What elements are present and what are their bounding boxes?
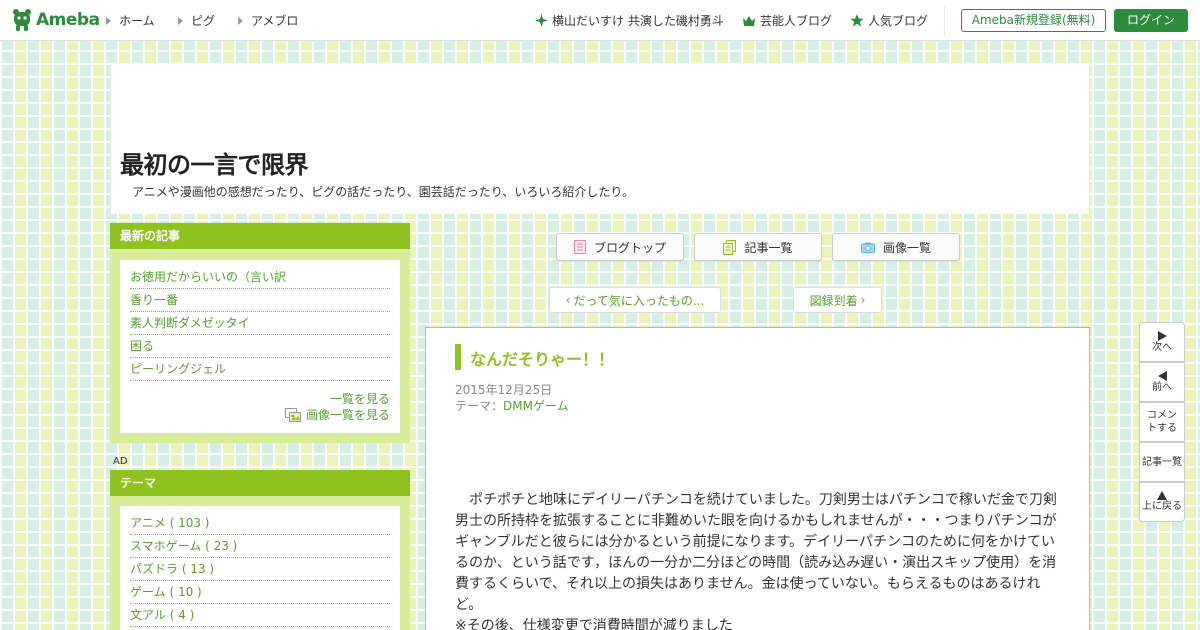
latest-post-link[interactable]: お徳用だからいいの（言い訳 [130,266,390,289]
article-theme: テーマ：DMMゲーム [455,397,569,414]
view-images-link[interactable]: 画像一覧を見る [306,407,390,423]
ameba-logo[interactable]: Ameba [11,8,100,32]
nav-home[interactable]: ホーム [106,12,155,29]
celebrity-blog-label: 芸能人ブログ [760,14,833,28]
nav-ameblo-label: アメブロ [251,14,299,28]
latest-post-link[interactable]: 困る [130,335,390,358]
post-list-button[interactable]: 記事一覧 [694,233,822,261]
theme-link[interactable]: スマホゲーム ( 23 ) [130,535,390,558]
blog-description: アニメや漫画他の感想だったり、ピグの話だったり、園芸話だったり、いろいろ紹介した… [132,185,635,199]
play-left-icon [1157,370,1167,381]
star-icon [850,14,864,27]
celebrity-blog-link[interactable]: 芸能人ブログ [742,12,832,29]
view-all-posts-link[interactable]: 一覧を見る [330,392,390,406]
latest-post-link[interactable]: 香り一番 [130,289,390,312]
previous-button[interactable]: 前へ [1139,362,1185,402]
latest-posts-title: 最新の記事 [110,223,410,249]
camera-icon [860,242,875,253]
latest-posts-panel: 最新の記事 お徳用だからいいの（言い訳 香り一番 素人判断ダメゼッタイ 困る ピ… [110,223,410,443]
article-paragraph: ※その後、仕様変更で消費時間が減りました [455,618,733,630]
back-to-top-label: 上に戻る [1142,501,1182,512]
popular-blog-label: 人気ブログ [868,14,929,28]
previous-post-button[interactable]: ‹ だって気に入ったもの... [549,287,721,313]
header-divider [944,6,945,36]
next-label: 次へ [1152,341,1172,353]
theme-link[interactable]: ゲーム ( 10 ) [130,581,390,604]
themes-panel: テーマ アニメ ( 103 ) スマホゲーム ( 23 ) パズドラ ( 13 … [110,470,410,630]
article: なんだそりゃー！！ 2015年12月25日 テーマ：DMMゲーム ポチポチと地味… [425,327,1090,630]
back-to-top-button[interactable]: 上に戻る [1139,482,1185,522]
theme-prefix: テーマ： [455,399,504,413]
pages-icon [723,239,737,255]
triangle-up-icon [1157,491,1167,500]
themes-title: テーマ [110,470,410,496]
chevron-right-icon: › [860,293,866,307]
next-post-button[interactable]: 図録到着 › [793,287,882,313]
post-list-float-label: 記事一覧 [1142,456,1182,468]
latest-posts-list: お徳用だからいいの（言い訳 香り一番 素人判断ダメゼッタイ 困る ピーリングジェ… [120,260,400,433]
next-button[interactable]: 次へ [1139,322,1185,362]
trending-link[interactable]: 横山だいすけ 共演した磯村勇斗 [535,12,724,29]
nav-home-label: ホーム [119,14,155,28]
post-list-label: 記事一覧 [744,240,793,255]
play-right-icon [1157,330,1167,341]
themes-list: アニメ ( 103 ) スマホゲーム ( 23 ) パズドラ ( 13 ) ゲー… [120,506,400,630]
previous-post-label: だって気に入ったもの... [573,293,705,308]
latest-post-link[interactable]: 素人判断ダメゼッタイ [130,312,390,335]
image-list-icon [284,408,301,422]
article-date: 2015年12月25日 [455,383,553,397]
blog-top-button[interactable]: ブログトップ [556,233,684,261]
theme-link[interactable]: パズドラ ( 13 ) [130,558,390,581]
post-list-float-button[interactable]: 記事一覧 [1139,442,1185,482]
caret-right-icon [178,16,183,25]
nav-pigg-label: ピグ [191,14,216,28]
register-button[interactable]: Ameba新規登録(無料) [961,9,1106,32]
comment-button[interactable]: コメントする [1139,402,1185,442]
theme-link[interactable]: DMMゲーム [503,399,569,413]
caret-right-icon [106,16,111,25]
global-header: Ameba ホーム ピグ アメブロ 横山だいすけ 共演した磯村勇斗 芸能人ブログ… [0,0,1200,41]
article-body: ポチポチと地味にデイリーパチンコを続けていました。刀剣男士はパチンコで稼いだ金で… [455,490,1065,630]
sparkle-icon [535,14,548,27]
article-paragraph: ポチポチと地味にデイリーパチンコを続けていました。刀剣男士はパチンコで稼いだ金で… [455,492,1057,613]
blog-top-label: ブログトップ [593,240,666,255]
theme-link[interactable]: アニメ ( 103 ) [130,512,390,535]
article-title[interactable]: なんだそりゃー！！ [470,346,614,370]
next-post-label: 図録到着 [809,293,858,308]
blog-header: 最初の一言で限界 アニメや漫画他の感想だったり、ピグの話だったり、園芸話だったり… [111,63,1089,214]
logo-text: Ameba [36,10,100,30]
popular-blog-link[interactable]: 人気ブログ [850,12,928,29]
blog-title[interactable]: 最初の一言で限界 [120,145,309,180]
image-list-label: 画像一覧 [882,240,931,255]
trending-link-label: 横山だいすけ 共演した磯村勇斗 [552,14,724,28]
comment-label: コメントする [1147,410,1177,434]
login-button[interactable]: ログイン [1114,9,1188,32]
theme-link[interactable]: 文アル ( 4 ) [130,604,390,627]
document-icon [573,240,586,254]
chevron-left-icon: ‹ [565,293,571,307]
caret-right-icon [238,16,243,25]
nav-pigg[interactable]: ピグ [178,12,215,29]
title-accent-bar [455,344,461,370]
previous-label: 前へ [1152,381,1172,393]
crown-icon [743,15,755,26]
latest-post-link[interactable]: ピーリングジェル [130,358,390,381]
nav-ameblo[interactable]: アメブロ [238,12,298,29]
ameba-mascot-icon [11,8,33,32]
ad-label: AD [113,456,128,467]
image-list-button[interactable]: 画像一覧 [832,233,960,261]
